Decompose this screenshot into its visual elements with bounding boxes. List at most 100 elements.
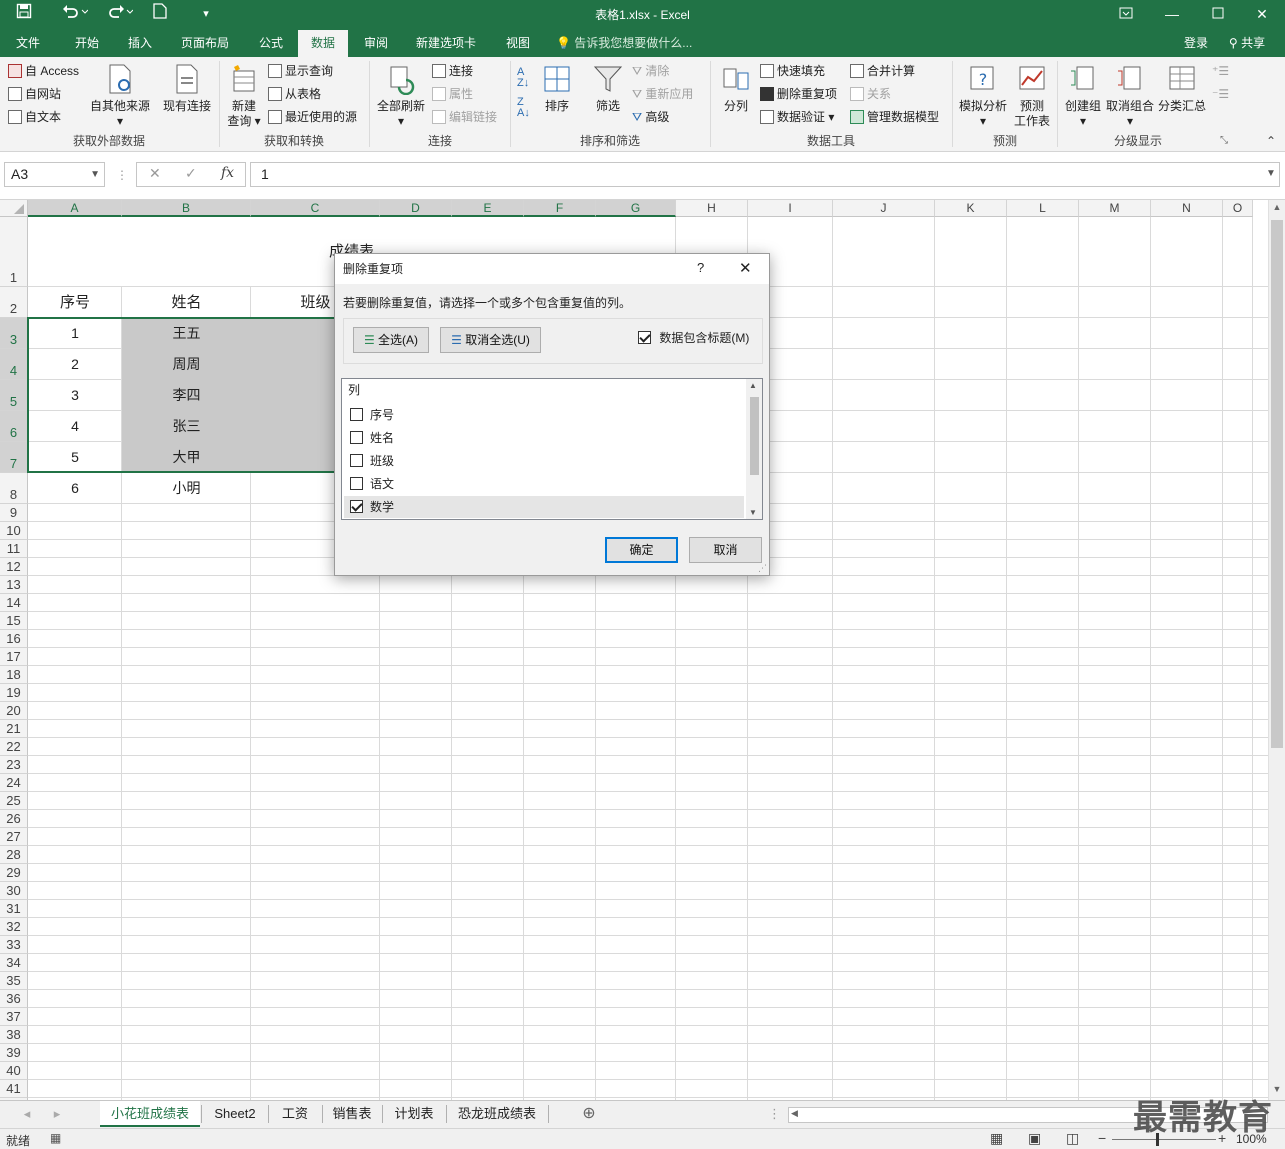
sheet-tab-0[interactable]: 小花班成绩表 <box>100 1101 200 1127</box>
row-header-30[interactable]: 30 <box>0 882 28 900</box>
row-header-4[interactable]: 4 <box>0 349 28 380</box>
list-scrollbar[interactable]: ▲ ▼ <box>746 379 762 519</box>
edit-links-button[interactable]: 编辑链接 <box>432 107 497 127</box>
text-to-columns-button[interactable]: 分列 <box>716 63 756 114</box>
list-scroll-down-icon[interactable]: ▼ <box>749 508 757 517</box>
properties-button[interactable]: 属性 <box>432 84 473 104</box>
row-header-39[interactable]: 39 <box>0 1044 28 1062</box>
name-box[interactable]: A3 ▼ <box>4 162 105 187</box>
row-header-5[interactable]: 5 <box>0 380 28 411</box>
row-header-26[interactable]: 26 <box>0 810 28 828</box>
sheet-tab-1[interactable]: Sheet2 <box>203 1101 267 1127</box>
show-queries-button[interactable]: 显示查询 <box>268 61 333 81</box>
row-header-23[interactable]: 23 <box>0 756 28 774</box>
select-all-button[interactable]: ☰ 全选(A) <box>353 327 429 353</box>
tab-review[interactable]: 审阅 <box>353 30 399 57</box>
tab-data[interactable]: 数据 <box>298 30 348 57</box>
row-header-31[interactable]: 31 <box>0 900 28 918</box>
row-header-24[interactable]: 24 <box>0 774 28 792</box>
tab-file[interactable]: 文件 <box>5 30 51 57</box>
column-header-B[interactable]: B <box>122 200 251 217</box>
scroll-thumb[interactable] <box>1271 220 1283 748</box>
from-web-button[interactable]: 自网站 <box>8 84 61 104</box>
refresh-all-button[interactable]: 全部刷新 ▾ <box>372 63 430 129</box>
sign-in-link[interactable]: 登录 <box>1176 30 1216 57</box>
column-header-J[interactable]: J <box>833 200 935 217</box>
sort-az-icon[interactable]: A Z↓ <box>517 67 529 89</box>
vertical-scrollbar[interactable]: ▲ ▼ <box>1268 200 1285 1100</box>
next-sheet-icon[interactable]: ▸ <box>50 1101 64 1127</box>
select-all-corner[interactable] <box>0 200 28 217</box>
zoom-out-icon[interactable]: − <box>1098 1130 1106 1146</box>
sheet-tab-2[interactable]: 工资 <box>270 1101 320 1127</box>
from-table-button[interactable]: 从表格 <box>268 84 321 104</box>
row-header-12[interactable]: 12 <box>0 558 28 576</box>
column-header-L[interactable]: L <box>1007 200 1079 217</box>
has-headers-checkbox[interactable]: 数据包含标题(M) <box>638 329 749 346</box>
hide-detail-icon[interactable]: ⁻☰ <box>1212 84 1229 104</box>
sort-za-icon[interactable]: Z A↓ <box>517 97 530 119</box>
dialog-titlebar[interactable]: 删除重复项 ? ✕ <box>335 254 769 284</box>
existing-connections-button[interactable]: 现有连接 <box>158 63 216 114</box>
formula-input[interactable]: 1 <box>250 162 1280 187</box>
sheet-tab-4[interactable]: 计划表 <box>384 1101 444 1127</box>
remove-duplicates-button[interactable]: 删除重复项 <box>760 84 837 104</box>
row-header-41[interactable]: 41 <box>0 1080 28 1098</box>
unselect-all-button[interactable]: ☰ 取消全选(U) <box>440 327 541 353</box>
list-scroll-up-icon[interactable]: ▲ <box>749 381 757 390</box>
row-header-19[interactable]: 19 <box>0 684 28 702</box>
what-if-button[interactable]: ? 模拟分析 ▾ <box>956 63 1010 129</box>
column-checkbox[interactable] <box>350 431 363 444</box>
row-header-6[interactable]: 6 <box>0 411 28 442</box>
column-checkbox[interactable] <box>350 408 363 421</box>
row-header-11[interactable]: 11 <box>0 540 28 558</box>
expand-formula-bar-icon[interactable]: ▼ <box>1266 168 1276 179</box>
close-window-icon[interactable]: ✕ <box>1239 0 1285 30</box>
sheet-tab-3[interactable]: 销售表 <box>324 1101 380 1127</box>
show-detail-icon[interactable]: ⁺☰ <box>1212 61 1229 81</box>
row-header-27[interactable]: 27 <box>0 828 28 846</box>
row-header-10[interactable]: 10 <box>0 522 28 540</box>
maximize-icon[interactable] <box>1195 0 1241 30</box>
save-icon[interactable] <box>12 3 36 25</box>
tab-page-layout[interactable]: 页面布局 <box>172 30 238 57</box>
insert-function-icon[interactable]: fx <box>221 165 234 181</box>
column-header-C[interactable]: C <box>251 200 380 217</box>
row-header-33[interactable]: 33 <box>0 936 28 954</box>
column-header-H[interactable]: H <box>676 200 748 217</box>
row-header-35[interactable]: 35 <box>0 972 28 990</box>
page-layout-view-icon[interactable]: ▣ <box>1028 1130 1041 1147</box>
column-item-4[interactable]: 数学 <box>344 496 744 518</box>
data-validation-button[interactable]: 数据验证 ▾ <box>760 107 834 127</box>
sort-button[interactable]: 排序 <box>536 63 578 114</box>
column-header-G[interactable]: G <box>596 200 676 217</box>
tab-home[interactable]: 开始 <box>64 30 110 57</box>
manage-data-model-button[interactable]: 管理数据模型 <box>850 107 939 127</box>
columns-list[interactable]: 列 序号 姓名 班级 语文 数学 ▲ ▼ <box>341 378 763 520</box>
recent-sources-button[interactable]: 最近使用的源 <box>268 107 357 127</box>
row-header-22[interactable]: 22 <box>0 738 28 756</box>
ok-button[interactable]: 确定 <box>605 537 678 563</box>
reapply-button[interactable]: ⛛ 重新应用 <box>632 84 693 104</box>
row-header-16[interactable]: 16 <box>0 630 28 648</box>
undo-icon[interactable] <box>58 3 92 25</box>
add-sheet-icon[interactable]: ⊕ <box>578 1101 600 1127</box>
column-header-F[interactable]: F <box>524 200 596 217</box>
column-header-D[interactable]: D <box>380 200 452 217</box>
data-cell[interactable]: 6 <box>28 473 122 504</box>
column-checkbox[interactable] <box>350 500 363 513</box>
column-header-M[interactable]: M <box>1079 200 1151 217</box>
row-header-20[interactable]: 20 <box>0 702 28 720</box>
has-headers-check[interactable] <box>638 331 651 344</box>
row-header-9[interactable]: 9 <box>0 504 28 522</box>
row-header-34[interactable]: 34 <box>0 954 28 972</box>
column-header-O[interactable]: O <box>1223 200 1253 217</box>
relationships-button[interactable]: 关系 <box>850 84 891 104</box>
column-header-I[interactable]: I <box>748 200 833 217</box>
scroll-left-icon[interactable]: ◀ <box>791 1108 798 1119</box>
column-header-A[interactable]: A <box>28 200 122 217</box>
cancel-button[interactable]: 取消 <box>689 537 762 563</box>
share-button[interactable]: ⚲ 共享 <box>1222 30 1272 57</box>
tab-formulas[interactable]: 公式 <box>249 30 293 57</box>
column-item-0[interactable]: 序号 <box>344 404 744 427</box>
